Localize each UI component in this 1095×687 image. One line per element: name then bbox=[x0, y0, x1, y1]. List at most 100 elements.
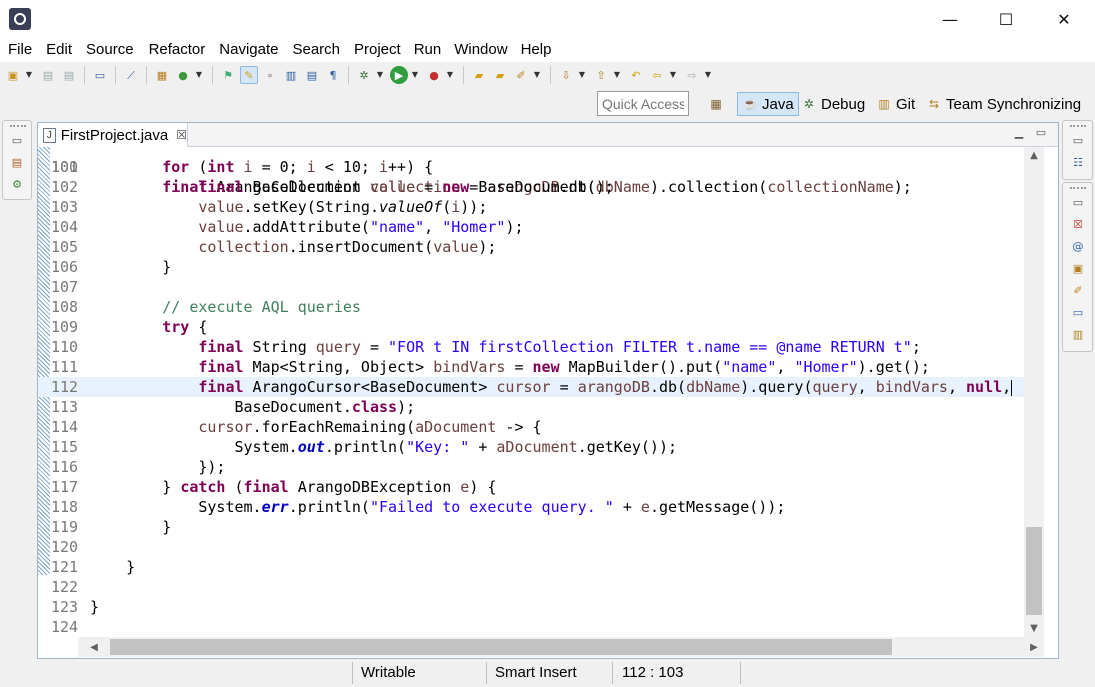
previous-annotation-icon[interactable]: ⇧ bbox=[592, 66, 610, 84]
restore-icon[interactable]: ▭ bbox=[9, 133, 25, 149]
scroll-left-icon[interactable]: ◀ bbox=[84, 639, 104, 656]
menu-project[interactable]: Project bbox=[340, 38, 401, 62]
minimize-view-icon[interactable]: ▁ bbox=[1012, 126, 1026, 140]
editor-tab-firstproject[interactable]: J FirstProject.java ☒ bbox=[38, 123, 188, 147]
tab-close-icon[interactable]: ☒ bbox=[176, 128, 187, 142]
external-tools-icon[interactable]: ● bbox=[425, 66, 443, 84]
last-edit-location-icon[interactable]: ↶ bbox=[627, 66, 645, 84]
new-dropdown-icon[interactable]: ▼ bbox=[25, 66, 33, 84]
open-task-icon[interactable]: ▰ bbox=[491, 66, 509, 84]
save-all-icon[interactable]: ▤ bbox=[60, 66, 78, 84]
type-hierarchy-icon[interactable]: ⚙ bbox=[9, 177, 25, 193]
code-line-text: System.out.println("Key: " + aDocument.g… bbox=[90, 438, 678, 456]
save-icon[interactable]: ▤ bbox=[39, 66, 57, 84]
search-view-icon[interactable]: ✐ bbox=[1070, 283, 1086, 299]
forward-icon[interactable]: ⇨ bbox=[683, 66, 701, 84]
back-icon[interactable]: ⇦ bbox=[648, 66, 666, 84]
code-line: 120 bbox=[38, 537, 1024, 557]
perspective-git[interactable]: ▥ Git bbox=[876, 92, 915, 116]
left-trim-stack: ▭ ▤ ⚙ bbox=[2, 120, 32, 200]
console-icon[interactable]: ▭ bbox=[1070, 305, 1086, 321]
minimize-button[interactable]: — bbox=[920, 0, 980, 38]
block-selection-icon[interactable]: ▤ bbox=[303, 66, 321, 84]
new-java-project-icon[interactable]: ▦ bbox=[153, 66, 171, 84]
menu-window[interactable]: Window bbox=[441, 38, 507, 62]
run-icon[interactable]: ▶ bbox=[390, 66, 408, 84]
trim-grip[interactable] bbox=[10, 125, 26, 127]
quick-access-input[interactable] bbox=[597, 91, 689, 116]
menu-navigate[interactable]: Navigate bbox=[205, 38, 278, 62]
run-dropdown-icon[interactable]: ▼ bbox=[411, 66, 419, 84]
code-line: 113 BaseDocument.class); bbox=[38, 397, 1024, 417]
javadoc-icon[interactable]: @ bbox=[1070, 239, 1086, 255]
forward-dropdown-icon[interactable]: ▼ bbox=[704, 66, 712, 84]
line-number: 102 bbox=[51, 178, 79, 196]
line-number: 105 bbox=[51, 238, 79, 256]
new-icon[interactable]: ▣ bbox=[4, 66, 22, 84]
menu-source[interactable]: Source bbox=[72, 38, 134, 62]
search-brush-icon[interactable]: ✐ bbox=[512, 66, 530, 84]
perspective-team-synchronizing[interactable]: ⇆ Team Synchronizing bbox=[926, 92, 1081, 116]
vertical-scrollbar[interactable]: ▲ ▼ bbox=[1024, 147, 1044, 637]
debug-dropdown-icon[interactable]: ▼ bbox=[376, 66, 384, 84]
eclipse-app-icon[interactable] bbox=[9, 8, 31, 30]
scroll-down-icon[interactable]: ▼ bbox=[1024, 620, 1044, 637]
status-cursor-position: 112 : 103 bbox=[622, 664, 684, 681]
line-number: 113 bbox=[51, 398, 79, 416]
next-annotation-dropdown-icon[interactable]: ▼ bbox=[578, 66, 586, 84]
outline-icon[interactable]: ☷ bbox=[1070, 155, 1086, 171]
code-text-area[interactable]: 100 final ArangoCollection collection = … bbox=[38, 147, 1024, 637]
perspective-java[interactable]: ☕ Java bbox=[737, 92, 799, 116]
line-number: 115 bbox=[51, 438, 79, 456]
open-type-icon[interactable]: ⚑ bbox=[219, 66, 237, 84]
maximize-button[interactable]: ☐ bbox=[976, 0, 1036, 38]
vertical-scroll-thumb[interactable] bbox=[1026, 527, 1042, 615]
code-line-text: } bbox=[90, 598, 100, 616]
show-whitespace-icon[interactable]: ▥ bbox=[282, 66, 300, 84]
new-class-dropdown-icon[interactable]: ▼ bbox=[195, 66, 203, 84]
progress-icon[interactable]: ▥ bbox=[1070, 327, 1086, 343]
problems-icon[interactable]: ☒ bbox=[1070, 217, 1086, 233]
open-perspective-button[interactable]: ▦ bbox=[708, 92, 728, 116]
code-line: 109 try { bbox=[38, 317, 1024, 337]
java-file-icon: J bbox=[43, 127, 56, 143]
search-dropdown-icon[interactable]: ▼ bbox=[533, 66, 541, 84]
horizontal-scrollbar[interactable]: ◀ ▶ bbox=[78, 637, 1044, 657]
declaration-icon[interactable]: ▣ bbox=[1070, 261, 1086, 277]
line-number: 122 bbox=[51, 578, 79, 596]
menu-edit[interactable]: Edit bbox=[32, 38, 72, 62]
menu-search[interactable]: Search bbox=[278, 38, 340, 62]
open-folder-icon[interactable]: ▰ bbox=[470, 66, 488, 84]
open-perspective-icon: ▦ bbox=[710, 97, 722, 111]
line-number: 109 bbox=[51, 318, 79, 336]
menu-help[interactable]: Help bbox=[508, 38, 552, 62]
debug-icon[interactable]: ✲ bbox=[355, 66, 373, 84]
maximize-view-icon[interactable]: ▭ bbox=[1034, 126, 1048, 140]
trim-grip[interactable] bbox=[1070, 125, 1086, 127]
scroll-up-icon[interactable]: ▲ bbox=[1024, 147, 1044, 164]
package-explorer-icon[interactable]: ▤ bbox=[9, 155, 25, 171]
restore-icon[interactable]: ▭ bbox=[1070, 133, 1086, 149]
trim-grip[interactable] bbox=[1070, 187, 1086, 189]
code-line-text: cursor.forEachRemaining(aDocument -> { bbox=[198, 418, 542, 436]
restore-icon[interactable]: ▭ bbox=[1070, 195, 1086, 211]
scroll-right-icon[interactable]: ▶ bbox=[1024, 639, 1044, 656]
horizontal-scroll-thumb[interactable] bbox=[110, 639, 892, 655]
back-dropdown-icon[interactable]: ▼ bbox=[669, 66, 677, 84]
status-separator bbox=[740, 662, 741, 684]
toggle-mark-occurrences-icon[interactable]: ✎ bbox=[240, 66, 258, 84]
pilcrow-icon[interactable]: ¶ bbox=[324, 66, 342, 84]
next-annotation-icon[interactable]: ⇩ bbox=[557, 66, 575, 84]
menu-refactor[interactable]: Refactor bbox=[134, 38, 206, 62]
new-class-icon[interactable]: ● bbox=[174, 66, 192, 84]
terminal-icon[interactable]: ▭ bbox=[91, 66, 109, 84]
skip-breakpoints-icon[interactable]: ⟋ bbox=[122, 66, 140, 84]
previous-annotation-dropdown-icon[interactable]: ▼ bbox=[613, 66, 621, 84]
external-tools-dropdown-icon[interactable]: ▼ bbox=[446, 66, 454, 84]
menu-run[interactable]: Run bbox=[401, 38, 442, 62]
perspective-debug[interactable]: ✲ Debug bbox=[801, 92, 865, 116]
close-button[interactable]: ✕ bbox=[1034, 0, 1094, 38]
toggle-breadcrumb-icon[interactable]: ∘ bbox=[261, 66, 279, 84]
menu-file[interactable]: File bbox=[0, 38, 32, 62]
code-line-text: value.setKey(String.valueOf(i)); bbox=[198, 198, 488, 216]
